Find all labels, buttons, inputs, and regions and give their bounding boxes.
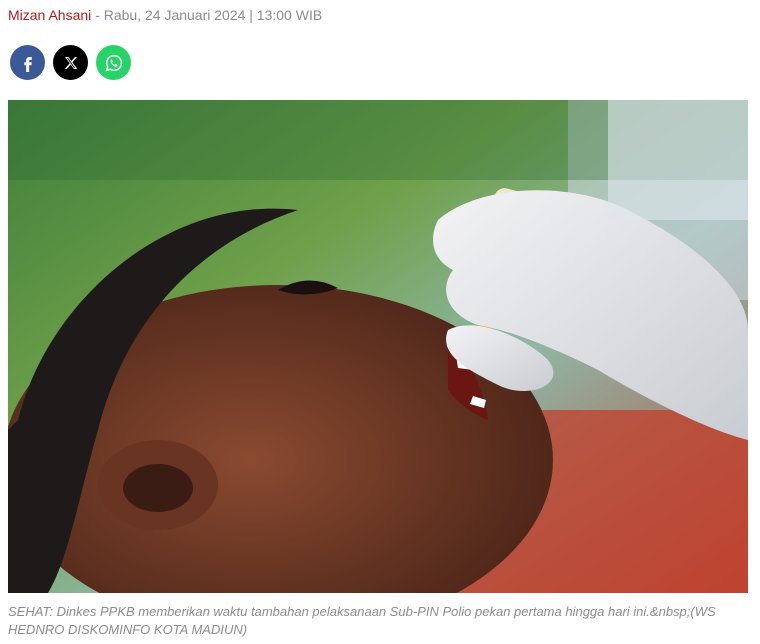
- share-bar: [10, 45, 131, 80]
- photo-caption: SEHAT: Dinkes PPKB memberikan waktu tamb…: [8, 604, 716, 637]
- article-photo: [8, 100, 748, 593]
- facebook-icon: [19, 54, 37, 72]
- whatsapp-share-button[interactable]: [96, 45, 131, 80]
- byline-separator: -: [91, 7, 104, 23]
- publish-date: Rabu, 24 Januari 2024 | 13:00 WIB: [103, 7, 323, 23]
- author-link[interactable]: Mizan Ahsani: [8, 7, 91, 23]
- article-byline: Mizan Ahsani - Rabu, 24 Januari 2024 | 1…: [8, 6, 322, 24]
- facebook-share-button[interactable]: [10, 45, 45, 80]
- x-icon: [63, 55, 79, 71]
- whatsapp-icon: [104, 53, 124, 73]
- x-share-button[interactable]: [53, 45, 88, 80]
